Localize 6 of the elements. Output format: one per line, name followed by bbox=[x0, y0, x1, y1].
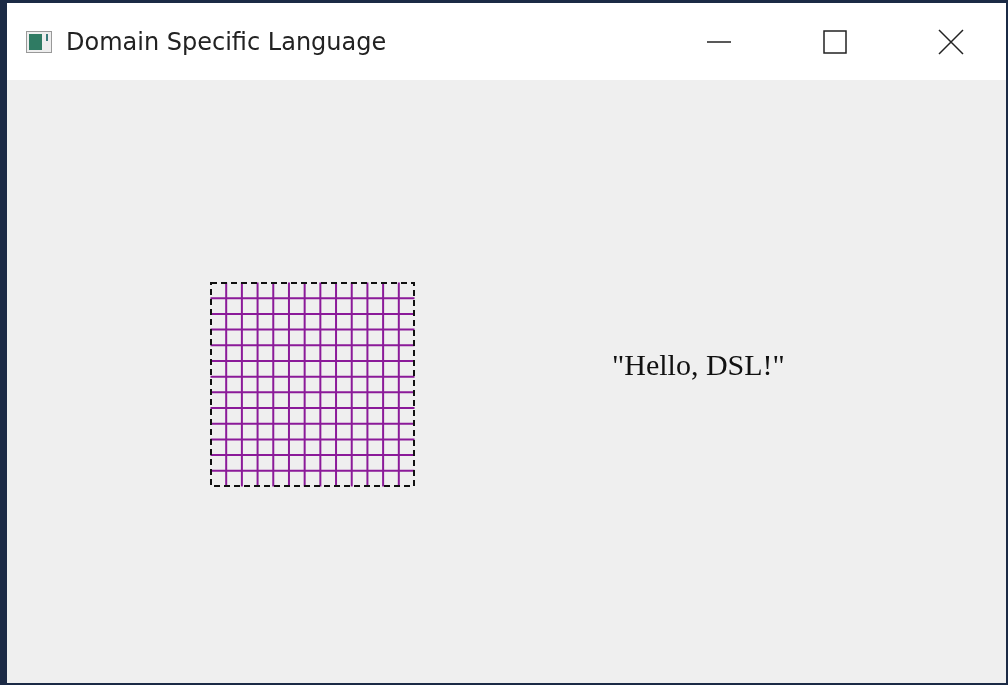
hello-text: "Hello, DSL!" bbox=[612, 348, 785, 382]
window-title: Domain Specific Language bbox=[66, 27, 388, 56]
maximize-icon bbox=[823, 29, 847, 54]
app-icon bbox=[26, 30, 52, 53]
close-icon bbox=[938, 28, 964, 55]
minimize-icon bbox=[707, 40, 731, 43]
